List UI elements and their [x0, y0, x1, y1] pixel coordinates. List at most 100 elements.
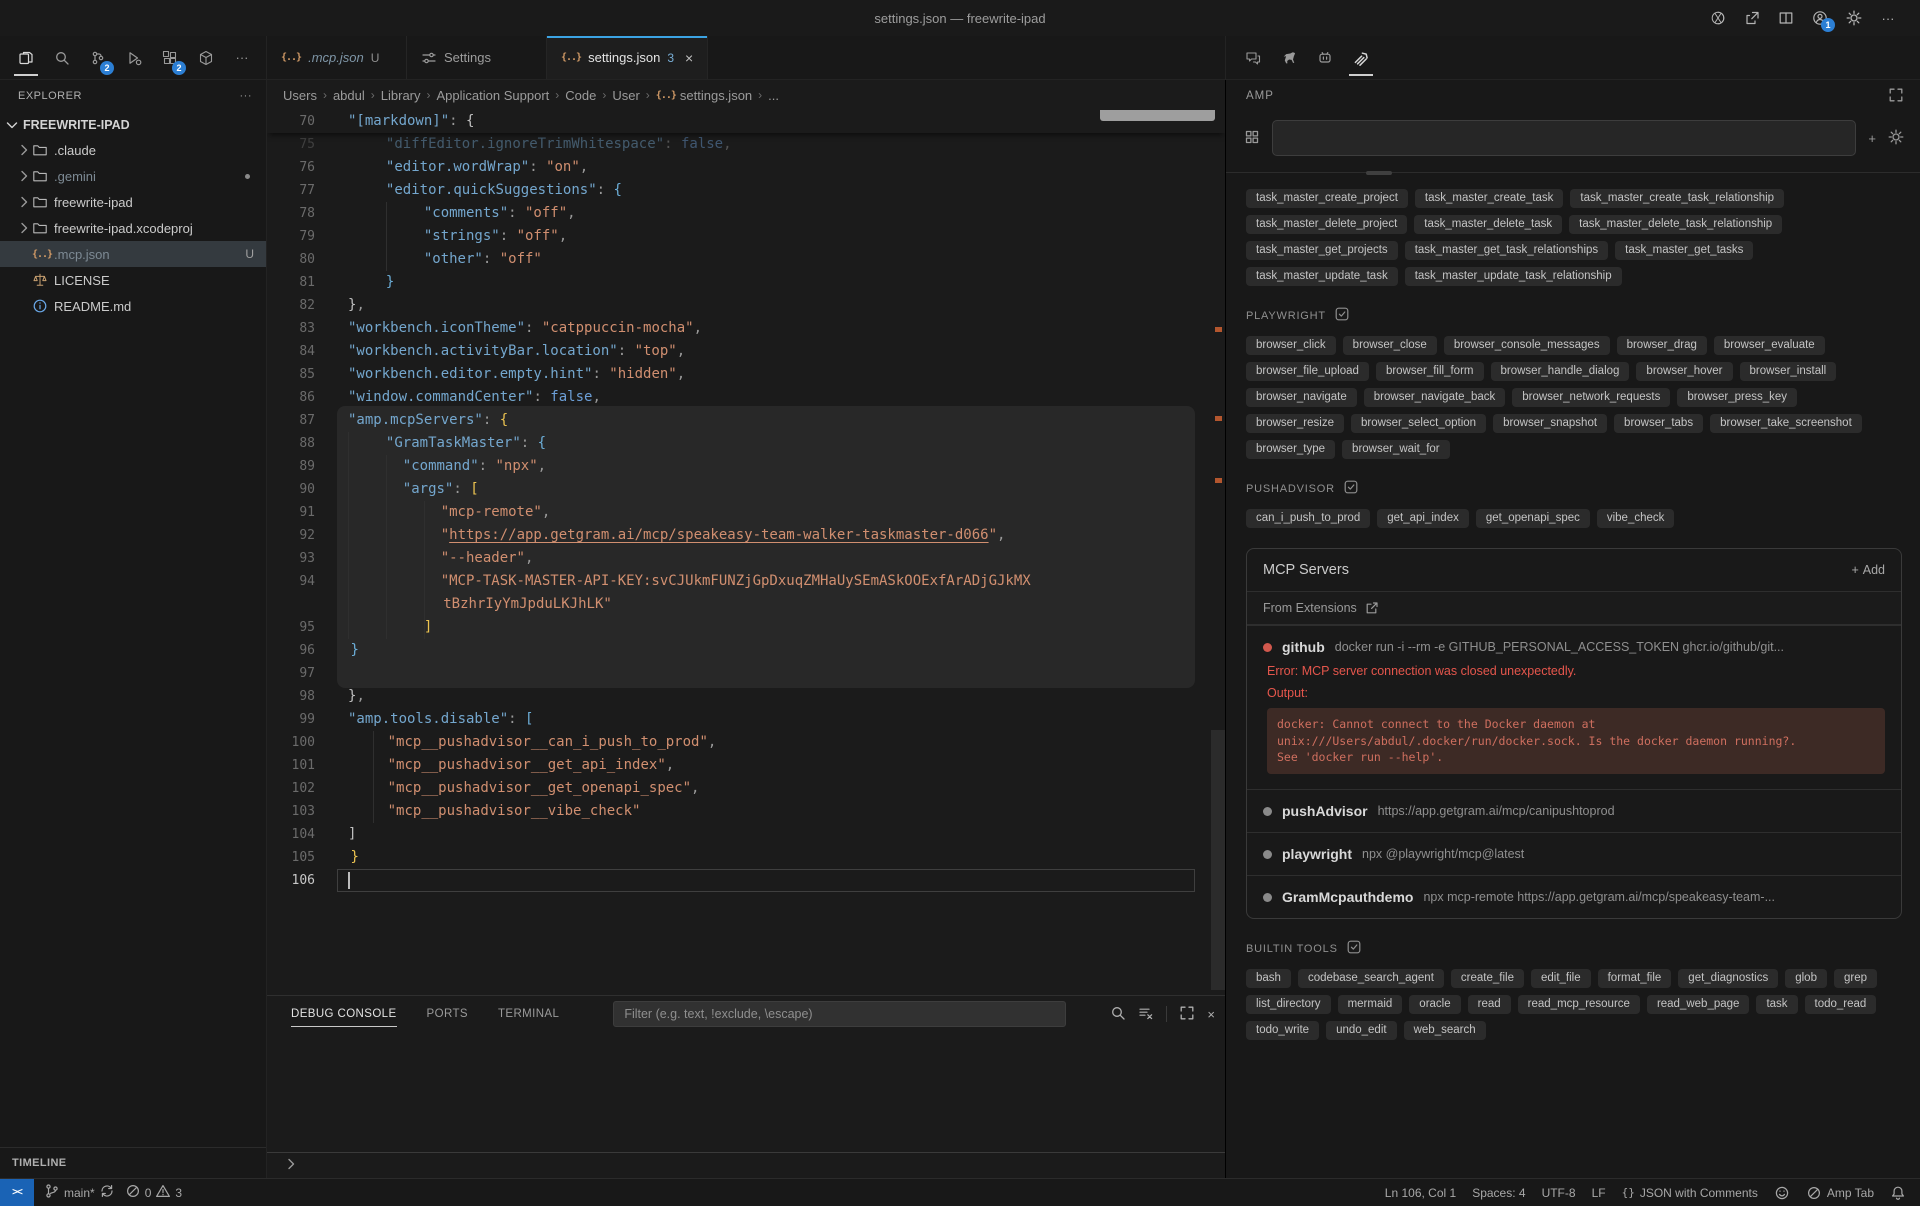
tool-tag[interactable]: browser_handle_dialog: [1491, 362, 1630, 381]
share-up-button[interactable]: [1742, 8, 1762, 28]
tree-item-freewrite-ipad[interactable]: freewrite-ipad: [0, 189, 266, 215]
tool-tag[interactable]: browser_snapshot: [1493, 414, 1607, 433]
status-cursor-position[interactable]: Ln 106, Col 1: [1385, 1186, 1456, 1200]
code-line[interactable]: 87"amp.mcpServers": {: [267, 409, 1225, 432]
clear-all-button[interactable]: [1138, 1005, 1154, 1024]
tool-tag[interactable]: browser_navigate: [1246, 388, 1357, 407]
panel-tab-debug-console[interactable]: DEBUG CONSOLE: [291, 996, 397, 1032]
tab-Settings[interactable]: Settings: [407, 36, 547, 79]
activity-item-run-debug[interactable]: [118, 39, 150, 77]
code-line[interactable]: 89"command": "npx",: [267, 455, 1225, 478]
status-feedback[interactable]: [1774, 1185, 1790, 1201]
code-line[interactable]: 104]: [267, 823, 1225, 846]
split-editor-button[interactable]: [1776, 8, 1796, 28]
tool-tag[interactable]: browser_install: [1740, 362, 1837, 381]
code-line[interactable]: 84"workbench.activityBar.location": "top…: [267, 340, 1225, 363]
code-line[interactable]: 85"workbench.editor.empty.hint": "hidden…: [267, 363, 1225, 386]
activity-item-source-control[interactable]: 2: [82, 39, 114, 77]
tool-tag[interactable]: codebase_search_agent: [1298, 969, 1444, 988]
panel-tab-ports[interactable]: PORTS: [427, 996, 468, 1032]
tool-tag[interactable]: browser_tabs: [1614, 414, 1703, 433]
tool-tag[interactable]: todo_write: [1246, 1021, 1319, 1040]
tool-tag[interactable]: undo_edit: [1326, 1021, 1397, 1040]
code-line[interactable]: 86"window.commandCenter": false,: [267, 386, 1225, 409]
checkbox-icon[interactable]: [1343, 479, 1359, 498]
breadcrumb-item[interactable]: User: [612, 88, 639, 103]
tool-tag[interactable]: task_master_create_task: [1415, 189, 1563, 208]
tool-tag[interactable]: browser_file_upload: [1246, 362, 1369, 381]
tool-tag[interactable]: create_file: [1451, 969, 1524, 988]
mcp-server-github[interactable]: githubdocker run -i --rm -e GITHUB_PERSO…: [1247, 625, 1901, 789]
tool-tag[interactable]: web_search: [1404, 1021, 1486, 1040]
code-line[interactable]: 98},: [267, 685, 1225, 708]
tool-tag[interactable]: browser_network_requests: [1512, 388, 1670, 407]
tool-tag[interactable]: task_master_get_task_relationships: [1405, 241, 1608, 260]
tool-tag[interactable]: get_openapi_spec: [1476, 509, 1590, 528]
status-language-mode[interactable]: {}JSON with Comments: [1622, 1186, 1758, 1200]
breadcrumb-item[interactable]: Code: [565, 88, 596, 103]
tool-tag[interactable]: browser_evaluate: [1714, 336, 1825, 355]
breadcrumb-item[interactable]: abdul: [333, 88, 365, 103]
tab-.mcp.json[interactable]: {..}.mcp.jsonU: [267, 36, 407, 79]
tool-tag[interactable]: browser_close: [1343, 336, 1437, 355]
remote-indicator[interactable]: ><: [0, 1179, 34, 1206]
gpt-spiral-button[interactable]: [1708, 8, 1728, 28]
code-line[interactable]: 92"https://app.getgram.ai/mcp/speakeasy-…: [267, 524, 1225, 547]
breadcrumb-item[interactable]: Library: [381, 88, 421, 103]
tree-item-.mcp.json[interactable]: {..}.mcp.jsonU: [0, 241, 266, 267]
breadcrumb-file[interactable]: settings.json: [680, 88, 752, 103]
tool-tag[interactable]: get_api_index: [1377, 509, 1469, 528]
tool-tag[interactable]: glob: [1785, 969, 1827, 988]
activity-item-search[interactable]: [46, 39, 78, 77]
gear-icon[interactable]: [1888, 129, 1904, 148]
activity-item-files[interactable]: [10, 39, 42, 77]
breadcrumb-item[interactable]: Users: [283, 88, 317, 103]
code-line[interactable]: 90"args": [: [267, 478, 1225, 501]
debug-console-input[interactable]: [267, 1152, 1225, 1178]
code-line[interactable]: 97: [267, 662, 1225, 685]
code-line[interactable]: 88"GramTaskMaster": {: [267, 432, 1225, 455]
activity-item-extensions[interactable]: 2: [154, 39, 186, 77]
timeline-section[interactable]: TIMELINE: [0, 1147, 266, 1178]
code-line[interactable]: 103"mcp__pushadvisor__vibe_check": [267, 800, 1225, 823]
activity-item-remote-cube[interactable]: [190, 39, 222, 77]
tool-tag[interactable]: browser_click: [1246, 336, 1336, 355]
tool-tag[interactable]: edit_file: [1531, 969, 1591, 988]
code-line[interactable]: 91"mcp-remote",: [267, 501, 1225, 524]
code-line[interactable]: 81}: [267, 271, 1225, 294]
tool-tag[interactable]: browser_navigate_back: [1364, 388, 1505, 407]
tool-tag[interactable]: read: [1468, 995, 1511, 1014]
mcp-server-GramMcpauthdemo[interactable]: GramMcpauthdemonpx mcp-remote https://ap…: [1247, 875, 1901, 918]
code-line[interactable]: 100"mcp__pushadvisor__can_i_push_to_prod…: [267, 731, 1225, 754]
tool-tag[interactable]: browser_resize: [1246, 414, 1344, 433]
tool-tag[interactable]: browser_take_screenshot: [1710, 414, 1862, 433]
from-extensions-row[interactable]: From Extensions: [1247, 591, 1901, 625]
tool-tag[interactable]: bash: [1246, 969, 1291, 988]
problems-status[interactable]: 0 3: [125, 1183, 182, 1202]
tool-tag[interactable]: task_master_update_task_relationship: [1405, 267, 1622, 286]
status-notifications[interactable]: [1890, 1185, 1906, 1201]
tab-settings.json[interactable]: {..}settings.json3×: [547, 36, 708, 79]
tool-tag[interactable]: vibe_check: [1597, 509, 1675, 528]
code-line[interactable]: 83"workbench.iconTheme": "catppuccin-moc…: [267, 317, 1225, 340]
code-line[interactable]: 80"other": "off": [267, 248, 1225, 271]
tool-tag[interactable]: can_i_push_to_prod: [1246, 509, 1370, 528]
tool-tag[interactable]: grep: [1834, 969, 1877, 988]
tool-tag[interactable]: task_master_delete_project: [1246, 215, 1407, 234]
search-button[interactable]: [1110, 1005, 1126, 1024]
code-line[interactable]: 106: [267, 869, 1225, 892]
tool-tag[interactable]: browser_type: [1246, 440, 1335, 459]
tool-tag[interactable]: oracle: [1409, 995, 1460, 1014]
code-line[interactable]: tBzhrIyYmJpduLKJhLK": [267, 593, 1225, 616]
code-editor[interactable]: 70"[markdown]": {75"diffEditor.ignoreTri…: [267, 110, 1225, 995]
code-line[interactable]: 102"mcp__pushadvisor__get_openapi_spec",: [267, 777, 1225, 800]
tool-tag[interactable]: task_master_get_tasks: [1615, 241, 1753, 260]
code-line[interactable]: 93"--header",: [267, 547, 1225, 570]
tree-item-.claude[interactable]: .claude: [0, 137, 266, 163]
grid-icon[interactable]: [1244, 129, 1260, 148]
code-line[interactable]: 79"strings": "off",: [267, 225, 1225, 248]
code-line[interactable]: 94"MCP-TASK-MASTER-API-KEY:svCJUkmFUNZjG…: [267, 570, 1225, 593]
ellipsis-button[interactable]: ···: [1878, 8, 1898, 28]
sticky-scroll-line[interactable]: 70"[markdown]": {: [267, 110, 1225, 133]
tree-item-LICENSE[interactable]: LICENSE: [0, 267, 266, 293]
